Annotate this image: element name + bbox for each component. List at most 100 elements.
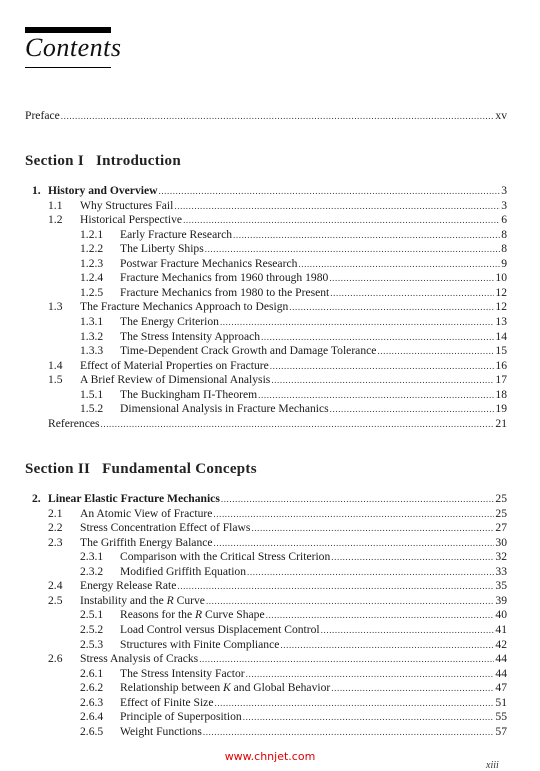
entry-title[interactable]: Fracture Mechanics from 1980 to the Pres…: [120, 286, 330, 300]
entry-page-number[interactable]: 6: [500, 213, 507, 227]
toc-entry[interactable]: 1.2.1 Early Fracture Research 8: [0, 228, 540, 242]
toc-chapter[interactable]: 1. History and Overview 3: [0, 184, 540, 198]
entry-title[interactable]: The Stress Intensity Factor: [120, 667, 246, 681]
entry-page-number[interactable]: 47: [494, 681, 507, 695]
entry-title[interactable]: An Atomic View of Fracture: [80, 507, 213, 521]
entry-title[interactable]: Principle of Superposition: [120, 710, 243, 724]
entry-page-number[interactable]: 27: [494, 521, 507, 535]
entry-title[interactable]: Effect of Finite Size: [120, 696, 214, 710]
entry-title[interactable]: Historical Perspective: [80, 213, 183, 227]
entry-title[interactable]: The Buckingham Π-Theorem: [120, 388, 258, 402]
toc-entry[interactable]: 1.3.1 The Energy Criterion 13: [0, 315, 540, 329]
toc-entry[interactable]: 2.3 The Griffith Energy Balance 30: [0, 536, 540, 550]
toc-entry[interactable]: 2.6.2 Relationship between K and Global B…: [0, 681, 540, 695]
entry-page-number[interactable]: 40: [494, 608, 507, 622]
toc-entry[interactable]: 1.2.2 The Liberty Ships 8: [0, 242, 540, 256]
toc-entry[interactable]: 2.3.2 Modified Griffith Equation 33: [0, 565, 540, 579]
entry-title[interactable]: Energy Release Rate: [80, 579, 177, 593]
entry-title[interactable]: Effect of Material Properties on Fractur…: [80, 359, 270, 373]
entry-page-number[interactable]: 13: [494, 315, 507, 329]
entry-title[interactable]: The Stress Intensity Approach: [120, 330, 261, 344]
entry-page-number[interactable]: 3: [500, 184, 507, 198]
entry-title[interactable]: Stress Analysis of Cracks: [80, 652, 199, 666]
entry-title[interactable]: Relationship between K and Global Behavi…: [120, 681, 331, 695]
watermark-link[interactable]: www.chnjet.com: [0, 750, 540, 763]
entry-page-number[interactable]: 39: [494, 594, 507, 608]
toc-entry[interactable]: 1.2.4 Fracture Mechanics from 1960 throug…: [0, 271, 540, 285]
toc-entry[interactable]: 1.2 Historical Perspective 6: [0, 213, 540, 227]
toc-entry[interactable]: References 21: [0, 417, 540, 431]
toc-entry[interactable]: 1.3 The Fracture Mechanics Approach to De…: [0, 300, 540, 314]
toc-entry[interactable]: 1.3.2 The Stress Intensity Approach 14: [0, 330, 540, 344]
toc-entry[interactable]: 1.2.3 Postwar Fracture Mechanics Research…: [0, 257, 540, 271]
entry-title[interactable]: Why Structures Fail: [80, 199, 174, 213]
entry-page-number[interactable]: 30: [494, 536, 507, 550]
entry-title[interactable]: Weight Functions: [120, 725, 203, 739]
toc-entry[interactable]: 2.5.2 Load Control versus Displacement Co…: [0, 623, 540, 637]
toc-entry[interactable]: 2.3.1 Comparison with the Critical Stress…: [0, 550, 540, 564]
entry-page-number[interactable]: 21: [494, 417, 507, 431]
toc-entry[interactable]: 1.5.2 Dimensional Analysis in Fracture Me…: [0, 402, 540, 416]
entry-page-number[interactable]: 25: [494, 492, 507, 506]
entry-title[interactable]: Linear Elastic Fracture Mechanics: [48, 492, 221, 506]
entry-title[interactable]: Comparison with the Critical Stress Crit…: [120, 550, 331, 564]
entry-page-number[interactable]: 12: [494, 300, 507, 314]
toc-entry[interactable]: 1.5.1 The Buckingham Π-Theorem 18: [0, 388, 540, 402]
toc-entry-preface[interactable]: Preface xv: [0, 109, 540, 123]
entry-title[interactable]: Stress Concentration Effect of Flaws: [80, 521, 251, 535]
toc-entry[interactable]: 2.4 Energy Release Rate 35: [0, 579, 540, 593]
toc-chapter[interactable]: 2. Linear Elastic Fracture Mechanics 25: [0, 492, 540, 506]
toc-entry[interactable]: 2.5.3 Structures with Finite Compliance 42: [0, 638, 540, 652]
entry-title[interactable]: Preface: [25, 109, 61, 123]
entry-page-number[interactable]: 16: [494, 359, 507, 373]
toc-entry[interactable]: 1.4 Effect of Material Properties on Frac…: [0, 359, 540, 373]
toc-entry[interactable]: 2.2 Stress Concentration Effect of Flaws 2…: [0, 521, 540, 535]
entry-title[interactable]: Instability and the R Curve: [80, 594, 206, 608]
entry-page-number[interactable]: xv: [494, 109, 507, 123]
entry-title[interactable]: Early Fracture Research: [120, 228, 233, 242]
entry-page-number[interactable]: 10: [494, 271, 507, 285]
toc-entry[interactable]: 2.5 Instability and the R Curve 39: [0, 594, 540, 608]
entry-title[interactable]: References: [48, 417, 101, 431]
entry-page-number[interactable]: 25: [494, 507, 507, 521]
entry-page-number[interactable]: 15: [494, 344, 507, 358]
entry-title[interactable]: The Liberty Ships: [120, 242, 205, 256]
entry-page-number[interactable]: 8: [500, 228, 507, 242]
entry-page-number[interactable]: 3: [500, 199, 507, 213]
toc-entry[interactable]: 2.5.1 Reasons for the R Curve Shape 40: [0, 608, 540, 622]
entry-page-number[interactable]: 51: [494, 696, 507, 710]
entry-title[interactable]: The Fracture Mechanics Approach to Desig…: [80, 300, 289, 314]
entry-page-number[interactable]: 9: [500, 257, 507, 271]
entry-page-number[interactable]: 41: [494, 623, 507, 637]
entry-page-number[interactable]: 32: [494, 550, 507, 564]
entry-title[interactable]: Structures with Finite Compliance: [120, 638, 280, 652]
entry-page-number[interactable]: 12: [494, 286, 507, 300]
toc-entry[interactable]: 1.2.5 Fracture Mechanics from 1980 to the…: [0, 286, 540, 300]
entry-page-number[interactable]: 17: [494, 373, 507, 387]
entry-title[interactable]: Load Control versus Displacement Control: [120, 623, 321, 637]
entry-title[interactable]: Postwar Fracture Mechanics Research: [120, 257, 298, 271]
entry-page-number[interactable]: 42: [494, 638, 507, 652]
toc-entry[interactable]: 2.1 An Atomic View of Fracture 25: [0, 507, 540, 521]
entry-title[interactable]: Dimensional Analysis in Fracture Mechani…: [120, 402, 330, 416]
entry-title[interactable]: Fracture Mechanics from 1960 through 198…: [120, 271, 329, 285]
entry-page-number[interactable]: 44: [494, 652, 507, 666]
entry-page-number[interactable]: 33: [494, 565, 507, 579]
entry-title[interactable]: Reasons for the R Curve Shape: [120, 608, 266, 622]
toc-entry[interactable]: 2.6 Stress Analysis of Cracks 44: [0, 652, 540, 666]
entry-title[interactable]: History and Overview: [48, 184, 158, 198]
toc-entry[interactable]: 2.6.5 Weight Functions 57: [0, 725, 540, 739]
entry-page-number[interactable]: 44: [494, 667, 507, 681]
entry-page-number[interactable]: 8: [500, 242, 507, 256]
entry-page-number[interactable]: 14: [494, 330, 507, 344]
entry-page-number[interactable]: 18: [494, 388, 507, 402]
entry-page-number[interactable]: 19: [494, 402, 507, 416]
entry-title[interactable]: The Energy Criterion: [120, 315, 220, 329]
entry-title[interactable]: Modified Griffith Equation: [120, 565, 247, 579]
entry-page-number[interactable]: 35: [494, 579, 507, 593]
entry-title[interactable]: A Brief Review of Dimensional Analysis: [80, 373, 271, 387]
toc-entry[interactable]: 1.3.3 Time-Dependent Crack Growth and Dam…: [0, 344, 540, 358]
toc-entry[interactable]: 2.6.3 Effect of Finite Size 51: [0, 696, 540, 710]
toc-entry[interactable]: 2.6.1 The Stress Intensity Factor 44: [0, 667, 540, 681]
toc-entry[interactable]: 2.6.4 Principle of Superposition 55: [0, 710, 540, 724]
